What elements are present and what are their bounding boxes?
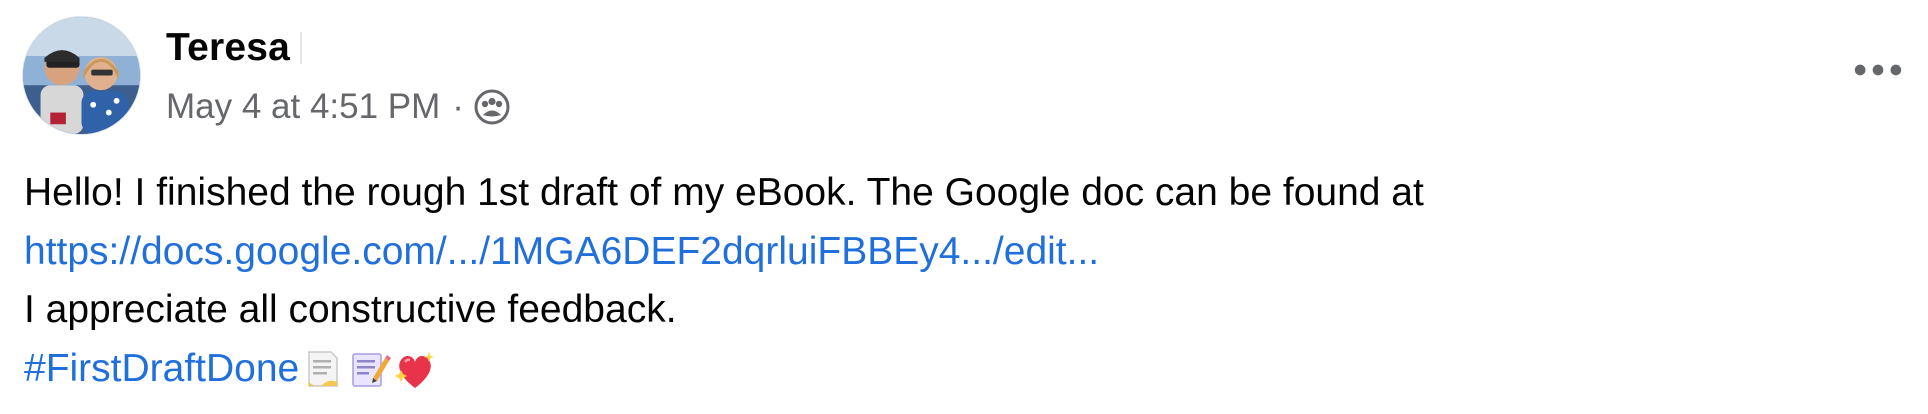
- hashtag-link[interactable]: #FirstDraftDone: [24, 347, 299, 390]
- author-avatar[interactable]: [22, 16, 141, 135]
- post-meta: May 4 at 4:51 PM ·: [166, 84, 510, 130]
- memo-emoji: [347, 348, 392, 392]
- post-text-line: I appreciate all constructive feedback.: [24, 288, 677, 331]
- meta-separator: ·: [452, 87, 464, 126]
- avatar-photo-icon: [23, 17, 140, 134]
- emoji-group: [301, 348, 439, 392]
- more-options-icon: [1854, 64, 1902, 76]
- post-body: Hello! I finished the rough 1st draft of…: [24, 164, 1904, 398]
- group-icon[interactable]: [474, 89, 510, 125]
- post-text-line: Hello! I finished the rough 1st draft of…: [24, 171, 1424, 214]
- name-divider: [300, 32, 303, 64]
- page-with-curl-emoji: [301, 348, 345, 392]
- facebook-post: Teresa May 4 at 4:51 PM · Hello! I finis…: [0, 0, 1928, 414]
- google-doc-link[interactable]: https://docs.google.com/.../1MGA6DEF2dqr…: [24, 230, 1099, 273]
- sparkling-heart-emoji: [393, 348, 437, 392]
- author-row: Teresa: [166, 24, 303, 72]
- more-options-button[interactable]: [1850, 50, 1906, 90]
- post-timestamp[interactable]: May 4 at 4:51 PM: [166, 87, 440, 127]
- author-name[interactable]: Teresa: [166, 26, 290, 70]
